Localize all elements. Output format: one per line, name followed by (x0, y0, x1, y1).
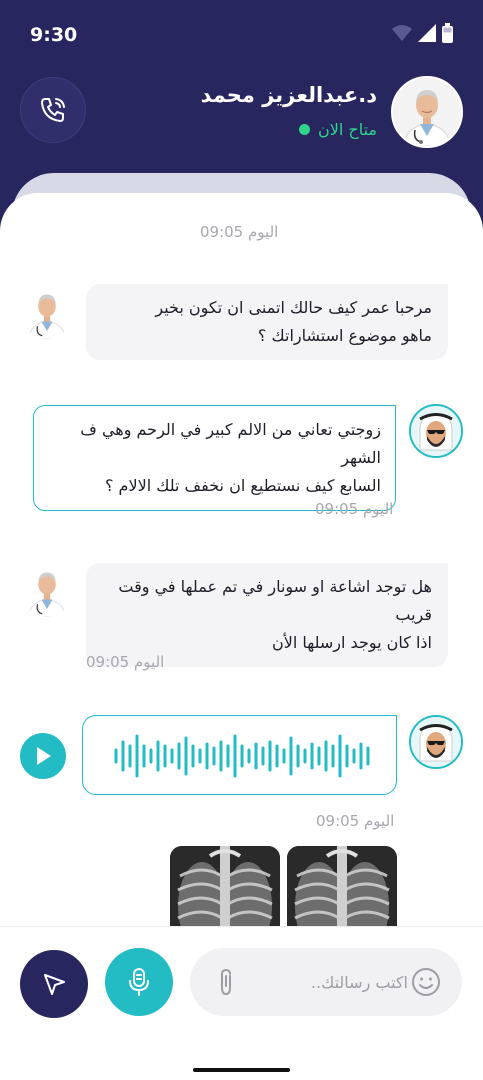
signal-icon (418, 24, 436, 42)
message-input[interactable] (258, 948, 408, 1016)
doctor-avatar-small (20, 563, 74, 617)
wifi-icon (392, 25, 412, 41)
xray-image[interactable] (287, 846, 397, 928)
incoming-message[interactable]: مرحبا عمر كيف حالك اتمنى ان تكون بخير ما… (86, 284, 448, 360)
status-time: 9:30 (30, 24, 78, 46)
mic-button[interactable] (105, 948, 173, 1016)
chest-xray-icon (287, 846, 397, 928)
doctor-portrait-icon (20, 563, 74, 617)
message-line: هل توجد اشاعة او سونار في تم عملها في وق… (118, 577, 432, 624)
patient-avatar (409, 715, 463, 769)
paperclip-icon (221, 968, 231, 996)
online-dot (298, 124, 310, 135)
microphone-icon (129, 968, 149, 996)
message-time: اليوم 09:05 (316, 812, 395, 830)
play-button[interactable] (20, 733, 66, 779)
battery-icon (442, 23, 453, 43)
outgoing-message[interactable]: زوجتي تعاني من الالم كبير في الرحم وهي ف… (33, 405, 396, 511)
doctor-avatar[interactable] (391, 76, 463, 148)
call-button[interactable] (20, 77, 86, 143)
chat-area[interactable]: اليوم 09:05 مرحبا عمر كيف حالك اتمنى ان … (0, 193, 483, 928)
incoming-message[interactable]: هل توجد اشاعة او سونار في تم عملها في وق… (86, 563, 448, 667)
message-line: السابع كيف نستطيع ان نخفف تلك الالام ؟ (104, 476, 381, 495)
patient-avatar (409, 404, 463, 458)
status-label: متاح الان (317, 120, 377, 139)
composer-bar (0, 926, 483, 1080)
message-time: اليوم 09:05 (200, 223, 279, 241)
message-line: زوجتي تعاني من الالم كبير في الرحم وهي ف… (80, 420, 381, 467)
message-time: اليوم 09:05 (86, 653, 165, 671)
online-status: متاح الان (298, 120, 377, 139)
voice-message[interactable] (82, 715, 397, 795)
doctor-portrait-icon (393, 78, 461, 146)
doctor-name: د.عبدالعزيز محمد (200, 83, 377, 107)
doctor-avatar-small (20, 285, 74, 339)
send-icon (44, 974, 65, 995)
waveform-icon (114, 734, 370, 778)
message-input-wrapper (190, 948, 462, 1016)
phone-call-icon (41, 98, 65, 122)
xray-image[interactable] (170, 846, 280, 928)
emoji-button[interactable] (410, 966, 442, 1002)
patient-portrait-icon (411, 406, 461, 456)
home-indicator (193, 1068, 290, 1072)
play-icon (37, 747, 51, 765)
message-line: مرحبا عمر كيف حالك اتمنى ان تكون بخير (155, 298, 432, 317)
attach-button[interactable] (214, 966, 238, 1002)
message-time: اليوم 09:05 (315, 500, 394, 518)
status-icons (392, 23, 453, 43)
doctor-portrait-icon (20, 285, 74, 339)
smiley-icon (412, 968, 440, 996)
patient-portrait-icon (411, 717, 461, 767)
message-line: ماهو موضوع استشاراتك ؟ (257, 326, 432, 345)
chest-xray-icon (170, 846, 280, 928)
send-button[interactable] (20, 950, 88, 1018)
